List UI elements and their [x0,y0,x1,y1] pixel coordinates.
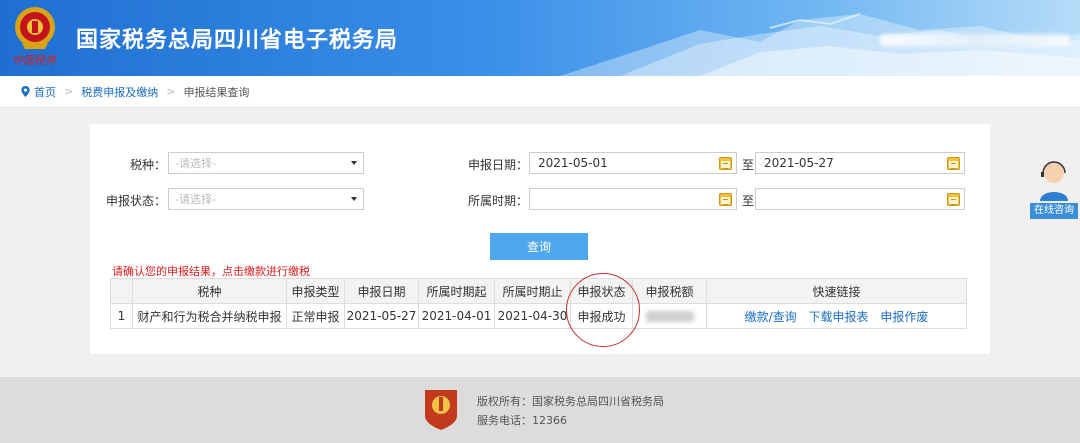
site-header: 中国税务 国家税务总局四川省电子税务局 [0,0,1080,76]
tax-type-select[interactable]: -请选择- [168,152,364,174]
to-label: 至 [742,194,755,208]
cell-decl-date: 2021-05-27 [344,303,419,329]
breadcrumb-home[interactable]: 首页 [34,84,56,100]
location-pin-icon [21,86,30,97]
table-header-row: 税种 申报类型 申报日期 所属时期起 所属时期止 申报状态 申报税额 快速链接 [110,278,967,304]
status-label: 申报状态： [105,194,166,208]
calendar-icon[interactable] [947,157,960,170]
to-label: 至 [742,158,755,172]
tax-type-label: 税种： [129,158,166,172]
payment-notice: 请确认您的申报结果，点击缴款进行缴税 [112,265,310,278]
cell-tax-type: 财产和行为税合并纳税申报 [132,303,287,329]
cell-tax-amount [632,303,707,329]
tax-emblem-icon [15,7,55,49]
query-button[interactable]: 查询 [490,233,588,260]
online-consult-label[interactable]: 在线咨询 [1030,203,1078,219]
tax-badge-icon [425,390,457,430]
status-placeholder: -请选择- [175,193,216,206]
site-footer [0,377,1080,443]
calendar-icon[interactable] [947,193,960,206]
breadcrumb-tax-filing[interactable]: 税费申报及缴纳 [81,84,158,100]
brand-text: 中国税务 [12,54,56,67]
chevron-down-icon [351,161,357,165]
decl-date-from-value: 2021-05-01 [538,156,608,170]
cell-index: 1 [110,303,133,329]
tax-type-placeholder: -请选择- [175,157,216,170]
customer-service-avatar-icon [1040,161,1068,201]
decl-date-from-input[interactable]: 2021-05-01 [529,152,737,174]
col-quick-links: 快速链接 [706,278,967,304]
online-consult-widget[interactable]: 在线咨询 [1030,155,1078,221]
breadcrumb-current: 申报结果查询 [183,85,250,99]
breadcrumb-separator: > [166,85,176,98]
result-table: 税种 申报类型 申报日期 所属时期起 所属时期止 申报状态 申报税额 快速链接 … [110,278,967,329]
status-select[interactable]: -请选择- [168,188,364,210]
cell-period-start: 2021-04-01 [418,303,495,329]
period-label: 所属时期： [467,194,528,208]
download-form-link[interactable]: 下载申报表 [809,310,869,324]
period-from-input[interactable] [529,188,737,210]
col-index [110,278,133,304]
table-row: 1 财产和行为税合并纳税申报 正常申报 2021-05-27 2021-04-0… [110,303,967,329]
col-decl-type: 申报类型 [286,278,345,304]
cell-status: 申报成功 [570,303,633,329]
redacted-amount [645,311,694,322]
col-tax-amount: 申报税额 [632,278,707,304]
cell-quick-links: 缴款/查询 下载申报表 申报作废 [706,303,967,329]
decl-date-to-value: 2021-05-27 [764,156,834,170]
col-tax-type: 税种 [132,278,287,304]
chevron-down-icon [351,197,357,201]
col-period-end: 所属时期止 [494,278,571,304]
col-status: 申报状态 [570,278,633,304]
footer-hotline: 服务电话：12366 [477,414,567,427]
col-period-start: 所属时期起 [418,278,495,304]
calendar-icon[interactable] [719,193,732,206]
cell-decl-type: 正常申报 [286,303,345,329]
col-decl-date: 申报日期 [344,278,419,304]
pay-query-link[interactable]: 缴款/查询 [745,310,797,324]
breadcrumb-separator: > [64,85,74,98]
period-to-input[interactable] [755,188,965,210]
decl-date-to-input[interactable]: 2021-05-27 [755,152,965,174]
footer-copyright: 版权所有：国家税务总局四川省税务局 [477,395,664,408]
site-title: 国家税务总局四川省电子税务局 [76,28,399,53]
void-declaration-link[interactable]: 申报作废 [880,310,928,324]
cell-period-end: 2021-04-30 [494,303,571,329]
breadcrumb: 首页 > 税费申报及缴纳 > 申报结果查询 [0,76,1080,108]
query-panel: 税种： -请选择- 申报日期： 2021-05-01 至 2021-05-27 … [90,124,990,354]
user-info-redacted [880,34,1070,46]
decl-date-label: 申报日期： [467,158,528,172]
calendar-icon[interactable] [719,157,732,170]
